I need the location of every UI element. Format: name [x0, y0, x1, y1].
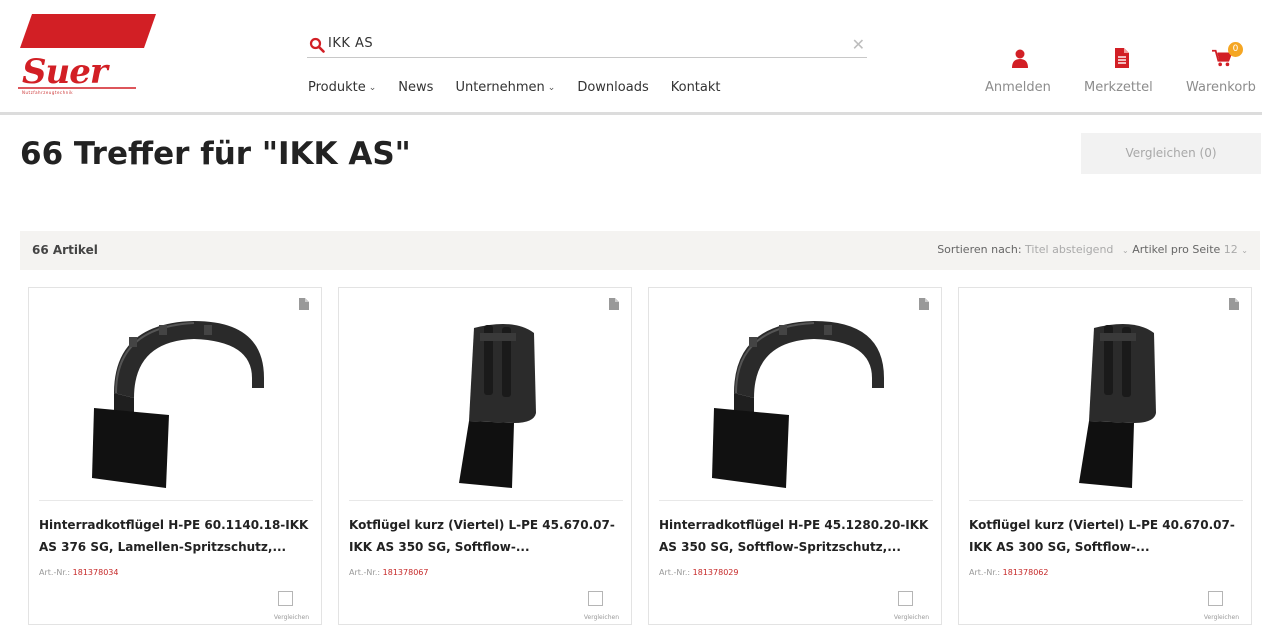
header-divider	[0, 112, 1262, 115]
per-page-select[interactable]: 12	[1224, 243, 1238, 256]
search-bar[interactable]: IKK AS ✕	[307, 34, 867, 58]
sort-select[interactable]: Titel absteigend	[1025, 243, 1113, 256]
nav-label: Downloads	[577, 80, 649, 95]
product-image[interactable]	[364, 303, 608, 498]
card-divider	[349, 500, 623, 501]
product-title[interactable]: Hinterradkotflügel H-PE 60.1140.18-IKK A…	[39, 514, 317, 558]
article-number-value: 181378062	[1002, 568, 1049, 577]
compare-label: Vergleichen	[893, 614, 929, 621]
login-link[interactable]: Anmelden	[985, 80, 1051, 95]
note-icon[interactable]	[609, 298, 619, 310]
article-label: Art.-Nr.:	[659, 568, 691, 577]
nav-item-downloads[interactable]: Downloads	[577, 80, 648, 95]
card-divider	[659, 500, 933, 501]
nav-item-produkte[interactable]: Produkte ⌄	[308, 80, 376, 95]
compare-label: Vergleichen	[583, 614, 619, 621]
article-label: Art.-Nr.:	[969, 568, 1001, 577]
results-toolbar: 66 Artikel Sortieren nach: Titel absteig…	[20, 231, 1260, 270]
results-count: 66 Artikel	[32, 243, 98, 257]
article-label: Art.-Nr.:	[39, 568, 71, 577]
logo-wordmark: Suer	[22, 52, 108, 92]
sort-label: Sortieren nach:	[937, 243, 1022, 256]
card-divider	[969, 500, 1243, 501]
note-icon[interactable]	[919, 298, 929, 310]
note-icon[interactable]	[299, 298, 309, 310]
compare-button[interactable]: Vergleichen (0)	[1081, 133, 1261, 174]
product-card[interactable]: Kotflügel kurz (Viertel) L-PE 40.670.07-…	[958, 287, 1252, 625]
document-icon[interactable]	[1112, 48, 1132, 68]
site-header: Suer Nutzfahrzeugtechnik IKK AS ✕ Produk…	[0, 0, 1262, 115]
product-image[interactable]	[54, 303, 298, 498]
product-title[interactable]: Kotflügel kurz (Viertel) L-PE 45.670.07-…	[349, 514, 627, 558]
chevron-down-icon: ⌄	[1116, 246, 1129, 255]
compare-checkbox[interactable]	[588, 591, 603, 606]
search-icon[interactable]	[309, 37, 325, 53]
chevron-down-icon: ⌄	[1241, 246, 1248, 255]
user-icon[interactable]	[1010, 48, 1030, 68]
product-card[interactable]: Hinterradkotflügel H-PE 45.1280.20-IKK A…	[648, 287, 942, 625]
compare-checkbox[interactable]	[898, 591, 913, 606]
nav-label: Kontakt	[670, 80, 721, 95]
article-number-value: 181378034	[72, 568, 119, 577]
article-number: Art.-Nr.: 181378029	[659, 568, 738, 577]
nav-label: Unternehmen	[455, 80, 545, 95]
note-icon[interactable]	[1229, 298, 1239, 310]
compare-label: Vergleichen	[1203, 614, 1239, 621]
chevron-down-icon: ⌄	[547, 82, 556, 93]
nav-label: News	[398, 80, 434, 95]
cart-count-badge: 0	[1228, 42, 1243, 57]
nav-item-news[interactable]: News	[398, 80, 433, 95]
product-card[interactable]: Kotflügel kurz (Viertel) L-PE 45.670.07-…	[338, 287, 632, 625]
cart-link[interactable]: Warenkorb	[1186, 80, 1256, 95]
product-image[interactable]	[984, 303, 1228, 498]
suer-logo[interactable]: Suer Nutzfahrzeugtechnik	[18, 14, 156, 96]
article-number: Art.-Nr.: 181378062	[969, 568, 1048, 577]
compare-label: Vergleichen	[273, 614, 309, 621]
logo-tagline: Nutzfahrzeugtechnik	[22, 90, 74, 95]
product-title[interactable]: Kotflügel kurz (Viertel) L-PE 40.670.07-…	[969, 514, 1247, 558]
per-page-label: Artikel pro Seite	[1132, 243, 1221, 256]
compare-checkbox[interactable]	[1208, 591, 1223, 606]
nav-item-unternehmen[interactable]: Unternehmen ⌄	[455, 80, 555, 95]
sort-controls: Sortieren nach: Titel absteigend ⌄ Artik…	[937, 243, 1248, 256]
nav-item-kontakt[interactable]: Kontakt	[671, 80, 721, 95]
article-number-value: 181378067	[382, 568, 429, 577]
article-label: Art.-Nr.:	[349, 568, 381, 577]
product-image[interactable]	[674, 303, 918, 498]
compare-checkbox[interactable]	[278, 591, 293, 606]
wishlist-link[interactable]: Merkzettel	[1084, 80, 1153, 95]
page-title: 66 Treffer für "IKK AS"	[20, 136, 411, 172]
article-number: Art.-Nr.: 181378067	[349, 568, 428, 577]
search-input[interactable]: IKK AS	[328, 36, 373, 51]
close-icon[interactable]: ✕	[852, 35, 865, 54]
nav-label: Produkte	[308, 80, 366, 95]
product-card[interactable]: Hinterradkotflügel H-PE 60.1140.18-IKK A…	[28, 287, 322, 625]
product-title[interactable]: Hinterradkotflügel H-PE 45.1280.20-IKK A…	[659, 514, 937, 558]
card-divider	[39, 500, 313, 501]
article-number-value: 181378029	[692, 568, 739, 577]
main-nav: Produkte ⌄ News Unternehmen ⌄ Downloads Ko…	[308, 80, 721, 95]
article-number: Art.-Nr.: 181378034	[39, 568, 118, 577]
chevron-down-icon: ⌄	[368, 82, 377, 93]
